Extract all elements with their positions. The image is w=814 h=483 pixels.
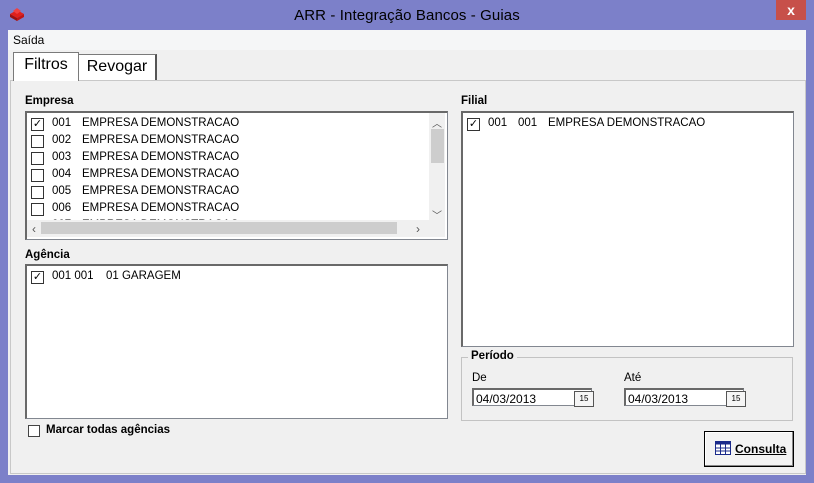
empresa-name: EMPRESA DEMONSTRACAO (82, 185, 240, 197)
hscroll-thumb[interactable] (41, 222, 397, 234)
filial-label: Filial (461, 95, 488, 107)
list-item[interactable]: ✓ 001 EMPRESA DEMONSTRACAO (31, 116, 421, 133)
list-item[interactable]: 006 EMPRESA DEMONSTRACAO (31, 201, 421, 218)
empresa-name: EMPRESA DEMONSTRACAO (82, 151, 240, 163)
empresa-label: Empresa (25, 95, 74, 107)
scroll-thumb[interactable] (431, 129, 444, 163)
filtros-panel: Empresa ✓ 001 EMPRESA DEMONSTRACAO 002 EMPRE… (10, 80, 806, 474)
calendar-icon[interactable]: 15 (574, 391, 594, 407)
filial-subcode: 001 (518, 117, 538, 129)
checkbox-checked[interactable]: ✓ (31, 271, 44, 284)
agencia-label: Agência (25, 249, 70, 261)
list-item[interactable]: 002 EMPRESA DEMONSTRACAO (31, 133, 421, 150)
tab-filtros[interactable]: Filtros (13, 52, 79, 81)
checkbox-checked[interactable]: ✓ (31, 118, 44, 131)
tab-strip: Filtros Revogar (8, 52, 806, 82)
empresa-list[interactable]: ✓ 001 EMPRESA DEMONSTRACAO 002 EMPRESA DEMON… (25, 111, 448, 240)
scroll-up-icon[interactable]: ︿ (429, 115, 445, 130)
consulta-label: Consulta (735, 442, 787, 456)
empresa-code: 005 (52, 185, 72, 197)
empresa-code: 001 (52, 117, 72, 129)
list-item[interactable]: 003 EMPRESA DEMONSTRACAO (31, 150, 421, 167)
list-item[interactable]: ✓ 001 001 01 GARAGEM (31, 269, 331, 286)
empresa-name: EMPRESA DEMONSTRACAO (82, 202, 240, 214)
ate-label: Até (624, 372, 642, 384)
mark-all-label[interactable]: Marcar todas agências (46, 424, 170, 436)
empresa-name: EMPRESA DEMONSTRACAO (82, 117, 240, 129)
filial-list[interactable]: ✓ 001 001 EMPRESA DEMONSTRACAO (461, 111, 794, 347)
empresa-vscroll[interactable]: ︿ ﹀ (429, 113, 445, 222)
agencia-list[interactable]: ✓ 001 001 01 GARAGEM (25, 264, 448, 419)
empresa-hscroll[interactable]: ‹ › (27, 220, 445, 237)
checkbox-unchecked[interactable] (31, 152, 44, 165)
empresa-name: EMPRESA DEMONSTRACAO (82, 134, 240, 146)
list-item[interactable]: ✓ 001 001 EMPRESA DEMONSTRACAO (467, 116, 787, 133)
checkbox-unchecked[interactable] (31, 203, 44, 216)
window-title: ARR - Integração Bancos - Guias (294, 7, 520, 24)
agencia-code: 001 001 (52, 270, 94, 282)
empresa-name: EMPRESA DEMONSTRACAO (82, 168, 240, 180)
checkbox-checked[interactable]: ✓ (467, 118, 480, 131)
calendar-icon[interactable]: 15 (726, 391, 746, 407)
agencia-name: 01 GARAGEM (106, 270, 181, 282)
table-icon (715, 441, 731, 458)
title-bar[interactable]: ARR - Integração Bancos - Guias x (0, 0, 814, 30)
periodo-group: Período De 04/03/2013 15 Até 04/03/2013 … (461, 350, 793, 421)
scroll-left-icon[interactable]: ‹ (29, 222, 39, 236)
empresa-code: 003 (52, 151, 72, 163)
app-window: ARR - Integração Bancos - Guias x Saída … (0, 0, 814, 483)
consulta-button[interactable]: Consulta (704, 431, 794, 467)
filial-code: 001 (488, 117, 508, 129)
mark-all-checkbox[interactable] (28, 425, 40, 437)
empresa-code: 002 (52, 134, 72, 146)
filial-name: EMPRESA DEMONSTRACAO (548, 117, 706, 129)
checkbox-unchecked[interactable] (31, 169, 44, 182)
empresa-code: 006 (52, 202, 72, 214)
scroll-right-icon[interactable]: › (413, 222, 423, 236)
tab-revogar[interactable]: Revogar (78, 54, 157, 80)
list-item[interactable]: 004 EMPRESA DEMONSTRACAO (31, 167, 421, 184)
list-item[interactable]: 005 EMPRESA DEMONSTRACAO (31, 184, 421, 201)
de-label: De (472, 372, 487, 384)
menu-bar: Saída (8, 30, 806, 50)
checkbox-unchecked[interactable] (31, 186, 44, 199)
menu-item-saida[interactable]: Saída (13, 33, 44, 47)
periodo-label: Período (468, 350, 517, 362)
empresa-code: 004 (52, 168, 72, 180)
client-area: Saída Filtros Revogar Empresa ✓ 001 EMPRES… (8, 30, 806, 475)
checkbox-unchecked[interactable] (31, 135, 44, 148)
close-button[interactable]: x (776, 0, 806, 20)
